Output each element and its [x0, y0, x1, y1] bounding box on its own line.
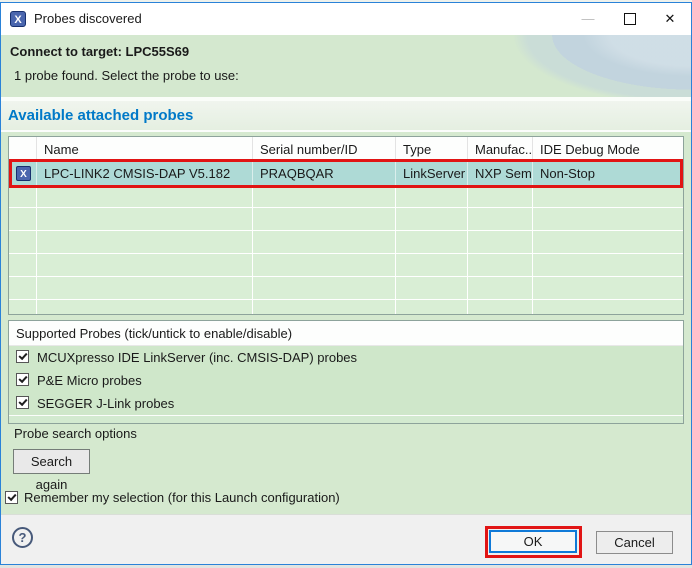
- remember-selection-label: Remember my selection (for this Launch c…: [24, 489, 340, 506]
- remember-selection-checkbox[interactable]: [5, 491, 18, 504]
- footer-bar: ? OK Cancel: [1, 514, 691, 564]
- probe-debug-mode-cell: Non-Stop: [533, 162, 680, 185]
- supported-probes-header: Supported Probes (tick/untick to enable/…: [9, 321, 683, 346]
- maximize-icon: [624, 13, 636, 25]
- minimize-button[interactable]: —: [571, 3, 605, 35]
- probe-serial-cell: PRAQBQAR: [253, 162, 396, 185]
- probe-icon-cell: X: [12, 162, 37, 185]
- ok-button[interactable]: OK: [489, 530, 577, 553]
- probe-manufacturer-cell: NXP Semico: [468, 162, 533, 185]
- maximize-button[interactable]: [613, 3, 647, 35]
- supported-probe-row-pemicro[interactable]: P&E Micro probes: [9, 369, 683, 393]
- probe-found-subtitle: 1 probe found. Select the probe to use:: [14, 68, 239, 83]
- annotation-box-selected-row: X LPC-LINK2 CMSIS-DAP V5.182 PRAQBQAR Li…: [9, 159, 683, 188]
- checkbox-segger-jlink-probes[interactable]: [16, 396, 29, 409]
- titlebar: X Probes discovered — ✕: [1, 3, 691, 35]
- section-title: Available attached probes: [8, 101, 193, 130]
- supported-probes-panel: Supported Probes (tick/untick to enable/…: [8, 320, 684, 424]
- supported-probe-label: MCUXpresso IDE LinkServer (inc. CMSIS-DA…: [37, 346, 357, 369]
- window-title: Probes discovered: [34, 3, 142, 35]
- mcuxpresso-logo-icon: X: [10, 11, 26, 27]
- question-icon: ?: [19, 530, 27, 545]
- minimize-icon: —: [582, 11, 595, 26]
- close-icon: ✕: [665, 11, 676, 26]
- probes-discovered-dialog: X Probes discovered — ✕ Connect to targe…: [0, 2, 692, 565]
- decorative-wave: [506, 35, 691, 97]
- supported-probe-row-segger[interactable]: SEGGER J-Link probes: [9, 392, 683, 416]
- cancel-button[interactable]: Cancel: [596, 531, 673, 554]
- probe-name-cell: LPC-LINK2 CMSIS-DAP V5.182: [37, 162, 253, 185]
- probes-table: Name Serial number/ID Type Manufac... ID…: [8, 136, 684, 315]
- help-button[interactable]: ?: [12, 527, 33, 548]
- selected-probe-row[interactable]: X LPC-LINK2 CMSIS-DAP V5.182 PRAQBQAR Li…: [12, 162, 680, 185]
- checkbox-pe-micro-probes[interactable]: [16, 373, 29, 386]
- section-header-band: Available attached probes: [1, 101, 691, 132]
- annotation-box-ok: OK: [485, 526, 582, 558]
- header-banner: Connect to target: LPC55S69 1 probe foun…: [1, 35, 691, 98]
- probe-type-cell: LinkServer: [396, 162, 468, 185]
- connect-target-title: Connect to target: LPC55S69: [10, 44, 189, 59]
- checkbox-linkserver-probes[interactable]: [16, 350, 29, 363]
- screen: X Probes discovered — ✕ Connect to targe…: [0, 0, 692, 568]
- supported-probe-label: P&E Micro probes: [37, 369, 142, 392]
- close-button[interactable]: ✕: [653, 3, 687, 35]
- mcuxpresso-x-icon: X: [16, 166, 31, 181]
- supported-probe-label: SEGGER J-Link probes: [37, 392, 174, 415]
- supported-probe-row-linkserver[interactable]: MCUXpresso IDE LinkServer (inc. CMSIS-DA…: [9, 346, 683, 370]
- probe-search-options-label: Probe search options: [14, 426, 137, 444]
- search-again-button[interactable]: Search again: [13, 449, 90, 474]
